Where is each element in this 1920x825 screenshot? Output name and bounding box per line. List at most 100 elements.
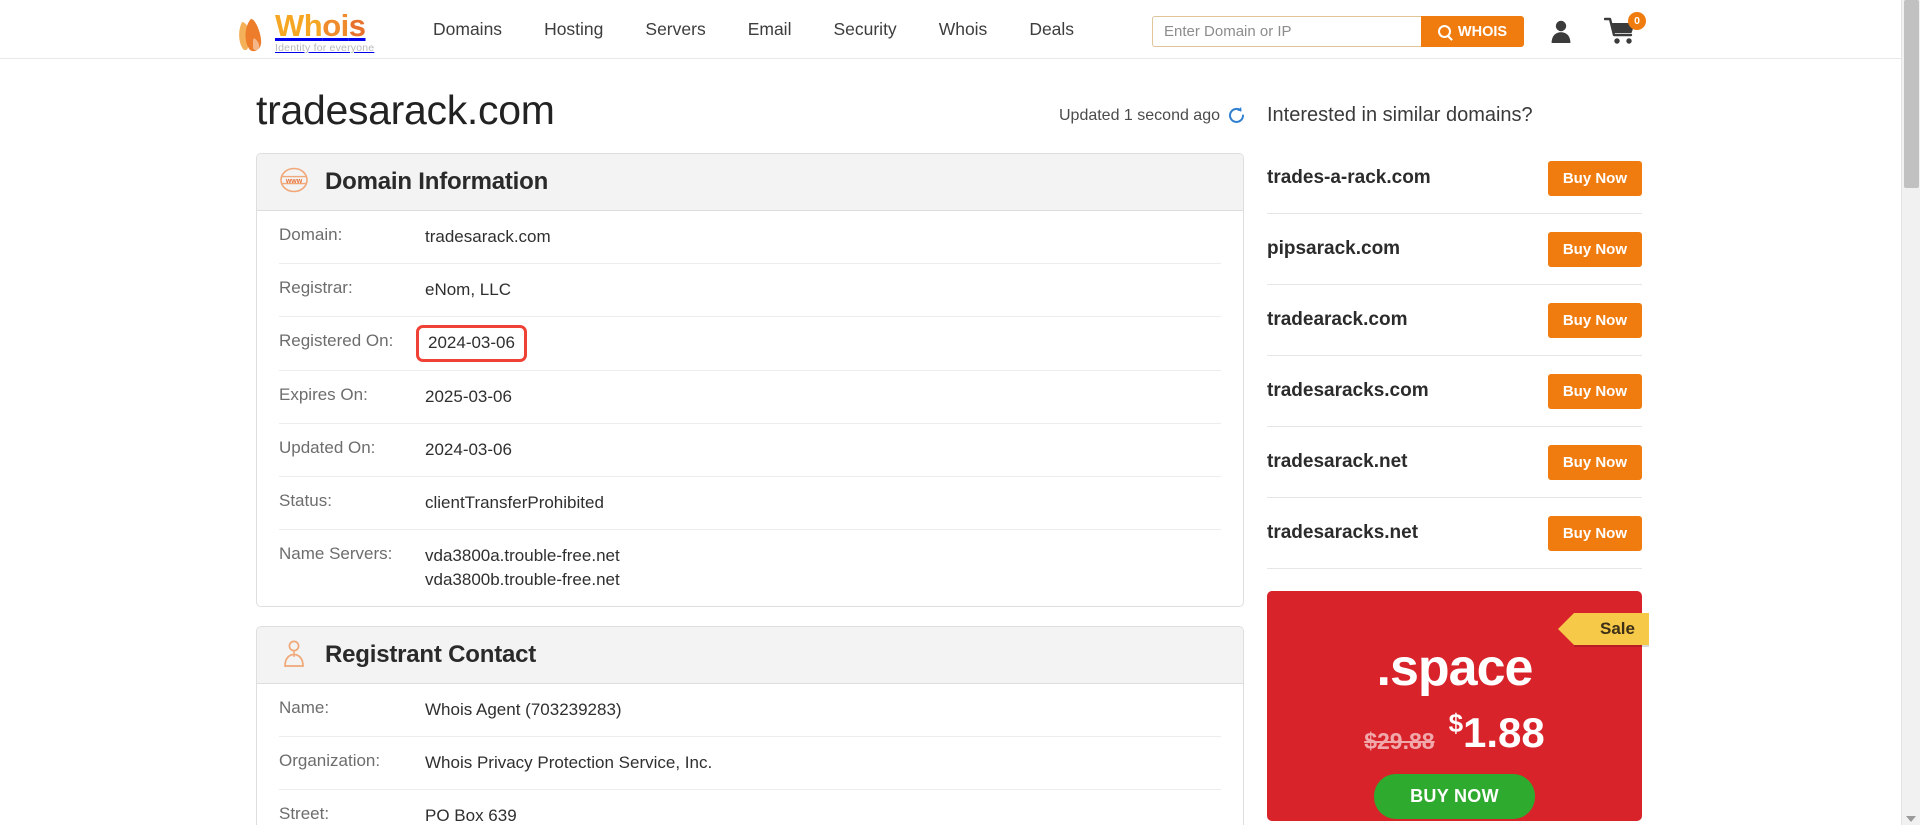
nav-item-hosting[interactable]: Hosting — [523, 19, 624, 40]
buy-now-button[interactable]: Buy Now — [1547, 231, 1642, 267]
main-navigation: Domains Hosting Servers Email Security W… — [412, 0, 1095, 59]
row-key: Name Servers: — [279, 543, 393, 563]
promo-prices: $29.88 $1.88 — [1364, 708, 1545, 757]
list-item: trades-a-rack.com Buy Now — [1267, 143, 1642, 214]
table-row: Name Servers: vda3800a.trouble-free.net … — [279, 530, 1221, 606]
nameserver-1: vda3800a.trouble-free.net — [425, 545, 620, 565]
row-value: eNom, LLC — [425, 280, 511, 300]
panel-registrant-contact: Registrant Contact Name: Whois Agent (70… — [256, 626, 1244, 825]
table-row: Organization: Whois Privacy Protection S… — [279, 737, 1221, 791]
similar-domain-name[interactable]: tradearack.com — [1267, 309, 1407, 331]
row-key: Registered On: — [279, 331, 394, 351]
search-input[interactable] — [1152, 16, 1421, 47]
promo-new-price: $1.88 — [1449, 708, 1545, 757]
main-column: tradesarack.com Updated 1 second ago www… — [256, 87, 1246, 825]
table-row: Name: Whois Agent (703239283) — [279, 684, 1221, 738]
scrollbar-thumb[interactable] — [1904, 0, 1919, 188]
panel-title: Registrant Contact — [325, 641, 537, 669]
row-value: 2024-03-06 — [416, 325, 527, 362]
row-value: vda3800a.trouble-free.net vda3800b.troub… — [425, 544, 620, 592]
sale-ribbon: Sale — [1558, 613, 1649, 645]
vertical-scrollbar[interactable] — [1901, 0, 1920, 825]
panel-title: Domain Information — [325, 168, 549, 196]
scrollbar-down-arrow-icon[interactable] — [1906, 816, 1916, 822]
row-key: Organization: — [279, 751, 381, 771]
highlight-annotation: 2024-03-06 — [416, 325, 527, 362]
table-row: Street: PO Box 639 — [279, 790, 1221, 825]
similar-domain-name[interactable]: trades-a-rack.com — [1267, 167, 1431, 189]
logo-wordmark: Whois — [275, 8, 366, 43]
table-row: Updated On: 2024-03-06 — [279, 424, 1221, 477]
person-contact-icon — [279, 638, 309, 673]
buy-now-button[interactable]: Buy Now — [1547, 515, 1642, 551]
similar-domain-name[interactable]: tradesaracks.com — [1267, 380, 1429, 402]
panel-domain-information: www Domain Information Domain: tradesara… — [256, 153, 1244, 608]
nav-item-security[interactable]: Security — [812, 19, 917, 40]
table-row: Expires On: 2025-03-06 — [279, 371, 1221, 424]
site-logo[interactable]: Whois Identity for everyone — [233, 10, 374, 54]
refresh-icon[interactable] — [1227, 106, 1246, 125]
row-value: Whois Agent (703239283) — [425, 700, 622, 720]
nav-item-email[interactable]: Email — [727, 19, 813, 40]
page-root: Whois Identity for everyone Domains Host… — [0, 0, 1920, 825]
row-key: Name: — [279, 698, 330, 718]
panel-body: Name: Whois Agent (703239283) Organizati… — [257, 684, 1243, 825]
search-icon — [1437, 25, 1451, 38]
page-title: tradesarack.com — [256, 87, 555, 133]
panel-header: Registrant Contact — [257, 627, 1243, 685]
account-button[interactable] — [1548, 18, 1574, 44]
row-value: clientTransferProhibited — [425, 492, 604, 512]
row-value: 2025-03-06 — [425, 386, 512, 406]
similar-domain-name[interactable]: tradesarack.net — [1267, 451, 1407, 473]
nav-item-servers[interactable]: Servers — [624, 19, 726, 40]
list-item: pipsarack.com Buy Now — [1267, 214, 1642, 285]
row-key: Expires On: — [279, 384, 368, 404]
user-icon — [1551, 20, 1571, 43]
row-value: Whois Privacy Protection Service, Inc. — [425, 753, 713, 773]
logo-tagline: Identity for everyone — [275, 42, 375, 54]
promo-price-value: 1.88 — [1463, 709, 1545, 756]
sidebar: Interested in similar domains? trades-a-… — [1267, 104, 1649, 821]
svg-text:www: www — [285, 178, 303, 185]
table-row: Status: clientTransferProhibited — [279, 477, 1221, 530]
list-item: tradesarack.net Buy Now — [1267, 427, 1642, 498]
whois-search-button[interactable]: WHOIS — [1421, 16, 1524, 47]
row-key: Status: — [279, 490, 332, 510]
cart-count-badge: 0 — [1628, 12, 1646, 30]
promo-buy-now-button[interactable]: BUY NOW — [1374, 774, 1535, 819]
site-header: Whois Identity for everyone Domains Host… — [0, 0, 1901, 59]
list-item: tradesaracks.com Buy Now — [1267, 356, 1642, 427]
nameserver-2: vda3800b.trouble-free.net — [425, 570, 620, 590]
promo-old-price: $29.88 — [1364, 728, 1435, 754]
whois-search-label: WHOIS — [1457, 23, 1508, 40]
cart-button[interactable]: 0 — [1603, 12, 1646, 48]
list-item: tradesaracks.net Buy Now — [1267, 498, 1642, 569]
row-value: 2024-03-06 — [425, 439, 512, 459]
panel-header: www Domain Information — [257, 154, 1243, 212]
nav-item-domains[interactable]: Domains — [412, 19, 523, 40]
similar-domain-name[interactable]: tradesaracks.net — [1267, 522, 1418, 544]
similar-domain-name[interactable]: pipsarack.com — [1267, 238, 1400, 260]
table-row: Domain: tradesarack.com — [279, 211, 1221, 265]
www-globe-icon: www — [279, 165, 309, 200]
sidebar-title: Interested in similar domains? — [1267, 104, 1533, 126]
nav-item-whois[interactable]: Whois — [918, 19, 1009, 40]
buy-now-button[interactable]: Buy Now — [1547, 373, 1642, 409]
table-row: Registered On: 2024-03-06 — [279, 317, 1221, 371]
buy-now-button[interactable]: Buy Now — [1547, 444, 1642, 480]
table-row: Registrar: eNom, LLC — [279, 264, 1221, 318]
buy-now-button[interactable]: Buy Now — [1547, 160, 1642, 196]
whois-logo-icon — [233, 16, 271, 54]
row-key: Registrar: — [279, 278, 353, 298]
promo-banner-space[interactable]: Sale .space $29.88 $1.88 BUY NOW — [1267, 591, 1649, 821]
updated-status: Updated 1 second ago — [1059, 106, 1246, 134]
row-key: Updated On: — [279, 437, 376, 457]
buy-now-button[interactable]: Buy Now — [1547, 302, 1642, 338]
list-item: tradearack.com Buy Now — [1267, 285, 1642, 356]
domain-search: WHOIS — [1152, 16, 1524, 47]
nav-item-deals[interactable]: Deals — [1008, 19, 1095, 40]
updated-text: Updated 1 second ago — [1058, 106, 1220, 124]
promo-currency: $ — [1448, 708, 1464, 738]
promo-tld: .space — [1376, 639, 1534, 697]
row-value: tradesarack.com — [425, 227, 551, 247]
